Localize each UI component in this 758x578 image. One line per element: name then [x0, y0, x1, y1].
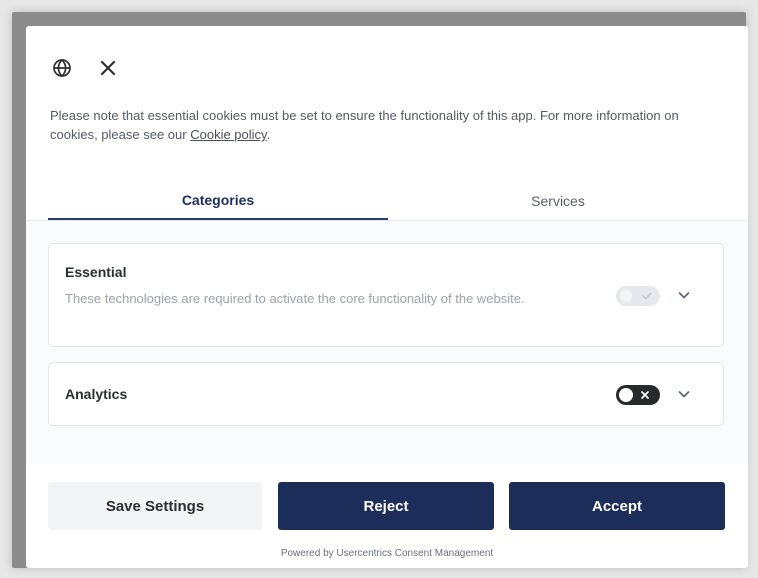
- notice-suffix: .: [266, 127, 271, 142]
- cookie-notice: Please note that essential cookies must …: [50, 106, 690, 144]
- category-title: Essential: [65, 264, 127, 280]
- toggle-knob: [620, 290, 632, 302]
- category-card-analytics: Analytics: [48, 362, 724, 426]
- close-icon[interactable]: [96, 56, 120, 80]
- dialog-header: [50, 56, 120, 80]
- tab-services[interactable]: Services: [388, 181, 728, 221]
- check-icon: [642, 292, 652, 300]
- category-tabs: Categories Services: [48, 181, 748, 221]
- globe-icon[interactable]: [50, 56, 74, 80]
- category-description: These technologies are required to activ…: [65, 291, 525, 306]
- chevron-down-icon[interactable]: [675, 286, 693, 304]
- powered-by-text: Powered by Usercentrics Consent Manageme…: [280, 548, 494, 559]
- essential-toggle[interactable]: [616, 286, 660, 306]
- categories-panel: Essential These technologies are require…: [26, 220, 748, 466]
- category-title: Analytics: [65, 386, 128, 402]
- x-icon: [641, 391, 649, 399]
- notice-text: Please note that essential cookies must …: [50, 108, 679, 142]
- cookie-consent-dialog: Please note that essential cookies must …: [26, 26, 748, 568]
- analytics-toggle[interactable]: [616, 385, 660, 405]
- toggle-knob: [619, 388, 633, 402]
- dialog-footer: Save Settings Reject Accept Powered by U…: [26, 464, 748, 568]
- save-settings-button[interactable]: Save Settings: [48, 482, 262, 530]
- chevron-down-icon[interactable]: [675, 385, 693, 403]
- accept-button[interactable]: Accept: [509, 482, 725, 530]
- tab-categories[interactable]: Categories: [48, 181, 388, 221]
- reject-button[interactable]: Reject: [278, 482, 494, 530]
- cookie-policy-link[interactable]: Cookie policy: [190, 127, 266, 142]
- category-card-essential: Essential These technologies are require…: [48, 243, 724, 347]
